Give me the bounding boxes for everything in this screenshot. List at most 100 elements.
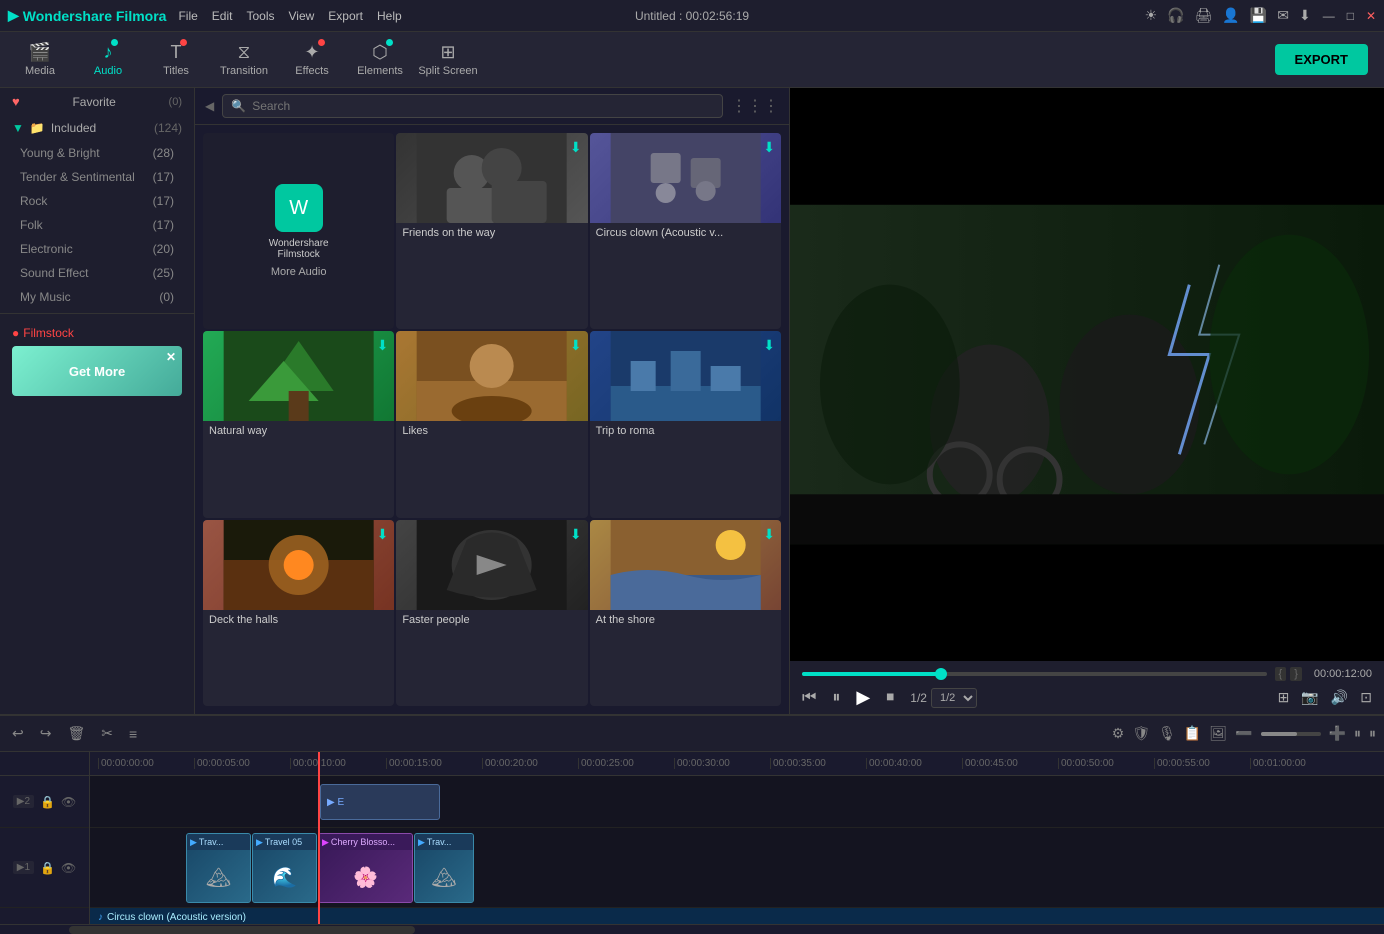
menu-tools[interactable]: Tools <box>246 9 274 23</box>
track1-lock-icon[interactable]: 🔒 <box>40 861 55 875</box>
fit-icon[interactable]: ⏸ <box>1354 725 1361 742</box>
email-icon[interactable]: ✉ <box>1277 7 1289 24</box>
shore-card[interactable]: ⬇ At the shore <box>590 520 781 706</box>
splitscreen-button[interactable]: ⊞ Split Screen <box>416 36 480 84</box>
mic-icon[interactable]: 🎙 <box>1158 725 1176 742</box>
sidebar-item-electronic[interactable]: Electronic (20) <box>0 237 194 261</box>
zoom-in-icon[interactable]: ➕ <box>1329 725 1346 742</box>
shield-icon[interactable]: 🛡 <box>1132 725 1150 742</box>
sidebar-item-rock[interactable]: Rock (17) <box>0 189 194 213</box>
step-back-button[interactable]: ⏸ <box>832 689 840 707</box>
redo-button[interactable]: ↪ <box>36 721 56 746</box>
ruler-mark-9: 00:00:45:00 <box>962 758 1058 769</box>
zoom-out-icon[interactable]: ➖ <box>1235 725 1252 742</box>
render-icon[interactable]: ⚙ <box>1112 725 1125 742</box>
natural-card[interactable]: ⬇ Natural way <box>203 331 394 517</box>
sidebar-item-sound-effect[interactable]: Sound Effect (25) <box>0 261 194 285</box>
friends-thumb-svg <box>396 133 587 223</box>
stop-button[interactable]: ⏹ <box>886 689 894 707</box>
video-clip-cherry[interactable]: ▶ Cherry Blosso... 🌸 <box>318 833 413 903</box>
progress-bar[interactable] <box>802 672 1267 676</box>
track2-lock-icon[interactable]: 🔒 <box>40 795 55 809</box>
zoom-slider[interactable] <box>1261 732 1321 736</box>
time-marker-end: } <box>1290 667 1302 681</box>
circus-label: Circus clown (Acoustic v... <box>590 223 781 243</box>
menu-file[interactable]: File <box>178 9 197 23</box>
elements-button[interactable]: ⬡ Elements <box>348 36 412 84</box>
effects-button[interactable]: ✦ Effects <box>280 36 344 84</box>
timeline-scrollbar[interactable] <box>0 924 1384 934</box>
snapshot-icon[interactable]: 📷 <box>1301 689 1318 706</box>
menu-view[interactable]: View <box>289 9 315 23</box>
undo-button[interactable]: ↩ <box>8 721 28 746</box>
volume-icon[interactable]: 🔊 <box>1331 689 1348 706</box>
delete-button[interactable]: 🗑 <box>63 721 89 746</box>
deck-card[interactable]: ⬇ Deck the halls <box>203 520 394 706</box>
grid-toggle-button[interactable]: ⋮⋮⋮ <box>731 96 779 116</box>
track2-eye-icon[interactable]: 👁 <box>61 795 76 809</box>
video-clip-travel2[interactable]: ▶ Travel 05 🌊 <box>252 833 317 903</box>
likes-download-icon[interactable]: ⬇ <box>570 337 582 354</box>
get-more-banner[interactable]: Get More ✕ <box>12 346 182 396</box>
menu-help[interactable]: Help <box>377 9 402 23</box>
media-button[interactable]: 🎬 Media <box>8 36 72 84</box>
headphones-icon[interactable]: 🎧 <box>1167 7 1184 24</box>
transition-button[interactable]: ⧖ Transition <box>212 36 276 84</box>
user-icon[interactable]: 👤 <box>1222 7 1239 24</box>
natural-download-icon[interactable]: ⬇ <box>377 337 389 354</box>
faster-download-icon[interactable]: ⬇ <box>570 526 582 543</box>
play-button[interactable]: ▶ <box>856 687 870 708</box>
audio-button[interactable]: ♪ Audio <box>76 36 140 84</box>
sidebar-item-tender[interactable]: Tender & Sentimental (17) <box>0 165 194 189</box>
more-audio-card[interactable]: W WondershareFilmstock More Audio <box>203 133 394 329</box>
page-select[interactable]: 1/2 <box>931 688 977 708</box>
playhead[interactable]: ✂ <box>318 752 320 924</box>
export-button[interactable]: EXPORT <box>1275 44 1368 75</box>
friends-card[interactable]: ⬇ Friends on the way <box>396 133 587 329</box>
clip-thumb-2: 🌊 <box>253 850 316 903</box>
video-clip-travel3[interactable]: ▶ Trav... 🏔 <box>414 833 474 903</box>
save-icon[interactable]: 💾 <box>1250 7 1267 24</box>
clipboard-icon[interactable]: 📋 <box>1184 725 1201 742</box>
menu-export[interactable]: Export <box>328 9 363 23</box>
fullscreen-icon[interactable]: ⊞ <box>1278 689 1290 706</box>
friends-download-icon[interactable]: ⬇ <box>570 139 582 156</box>
sidebar-item-young-bright[interactable]: Young & Bright (28) <box>0 141 194 165</box>
search-input[interactable] <box>252 99 714 113</box>
circus-card[interactable]: ⬇ Circus clown (Acoustic v... <box>590 133 781 329</box>
sidebar-item-my-music[interactable]: My Music (0) <box>0 285 194 309</box>
trip-card[interactable]: ⬇ Trip to roma <box>590 331 781 517</box>
titles-button[interactable]: T Titles <box>144 36 208 84</box>
timeline-right-tools: ⚙ 🛡 🎙 📋 🖼 ➖ ➕ ⏸ ⏸ <box>1112 725 1376 742</box>
download-icon[interactable]: ⬇ <box>1299 7 1311 24</box>
deck-download-icon[interactable]: ⬇ <box>377 526 389 543</box>
sidebar-item-folk[interactable]: Folk (17) <box>0 213 194 237</box>
circus-download-icon[interactable]: ⬇ <box>763 139 775 156</box>
shore-download-icon[interactable]: ⬇ <box>763 526 775 543</box>
track2-num: ▶2 <box>13 795 34 808</box>
banner-close-button[interactable]: ✕ <box>166 350 176 364</box>
video-clip-travel1[interactable]: ▶ Trav... 🏔 <box>186 833 251 903</box>
sidebar-item-favorite[interactable]: ♥ Favorite (0) <box>0 88 194 115</box>
print-icon[interactable]: 🖨 <box>1195 7 1213 24</box>
resize-icon[interactable]: ⊡ <box>1360 689 1372 706</box>
image-icon[interactable]: 🖼 <box>1209 725 1227 742</box>
my-music-label: My Music <box>20 290 71 304</box>
title-clip[interactable]: ▶ E <box>320 784 440 820</box>
sidebar-item-included[interactable]: ▼ 📁 Included (124) <box>0 115 194 141</box>
menu-edit[interactable]: Edit <box>212 9 233 23</box>
close-button[interactable]: ✕ <box>1366 9 1376 23</box>
cut-button[interactable]: ✂ <box>97 721 117 746</box>
trip-download-icon[interactable]: ⬇ <box>763 337 775 354</box>
minimize-button[interactable]: — <box>1323 9 1335 23</box>
settings-icon[interactable]: ☀ <box>1145 7 1158 24</box>
adjust-button[interactable]: ≡ <box>125 722 141 746</box>
maximize-button[interactable]: □ <box>1347 9 1354 23</box>
pause-icon[interactable]: ⏸ <box>1369 725 1376 742</box>
likes-card[interactable]: ⬇ Likes <box>396 331 587 517</box>
timeline-scrollbar-thumb[interactable] <box>69 926 415 934</box>
rewind-button[interactable]: ⏮ <box>802 689 816 707</box>
collapse-button[interactable]: ◀ <box>205 99 214 113</box>
track1-eye-icon[interactable]: 👁 <box>61 861 76 875</box>
faster-card[interactable]: ⬇ Faster people <box>396 520 587 706</box>
